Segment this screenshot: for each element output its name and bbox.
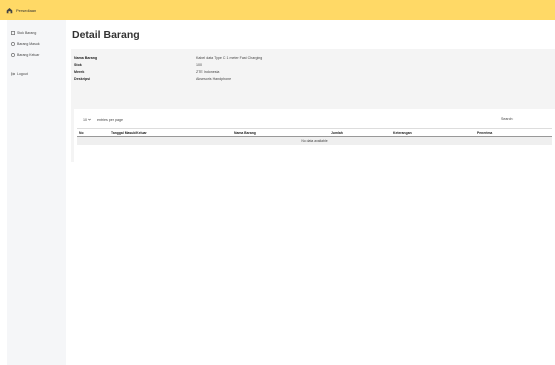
brand-label: Persediaan [16,7,37,13]
top-navbar: Persediaan [0,0,555,20]
table-empty-row: No data available [77,137,552,145]
logout-icon [11,71,16,76]
column-header-nama-barang[interactable]: Nama Barang [234,131,331,135]
sidebar-item-label: Stok Barang [17,30,37,35]
detail-value: Kabel data Type C 1 meter Fast Charging [196,55,263,60]
column-header-jumlah[interactable]: Jumlah [331,131,393,135]
history-table: No Tanggal Masuk/Keluar Nama Barang Juml… [77,128,552,145]
brand[interactable]: Persediaan [6,7,36,14]
upload-icon [11,52,15,57]
box-icon [11,30,15,35]
column-header-penerima[interactable]: Penerima [477,131,547,135]
column-header-tanggal[interactable]: Tanggal Masuk/Keluar [111,131,234,135]
detail-label: Merek [74,69,85,74]
download-icon [11,41,15,46]
sidebar: Stok Barang Barang Masuk Barang Keluar L… [7,20,66,365]
sidebar-item-barang-masuk[interactable]: Barang Masuk [7,38,66,49]
detail-value: Aksesoris Handphone [196,76,232,81]
detail-info: Nama Barang Kabel data Type C 1 meter Fa… [74,54,544,82]
column-header-keterangan[interactable]: Keterangan [393,131,477,135]
entries-control: 10 entries per page [83,117,123,122]
detail-label: Nama Barang [74,55,98,60]
detail-value: ZTE Indonesia [196,69,220,74]
detail-row-nama: Nama Barang Kabel data Type C 1 meter Fa… [74,54,544,61]
sidebar-item-stok-barang[interactable]: Stok Barang [7,27,66,38]
column-header-no[interactable]: No [77,131,111,135]
sidebar-item-logout[interactable]: Logout [7,68,66,79]
chevron-down-icon [88,118,91,122]
detail-card: Nama Barang Kabel data Type C 1 meter Fa… [71,49,555,162]
detail-label: Deskripsi [74,76,91,81]
table-controls: 10 entries per page Search: [74,117,555,125]
entries-label: entries per page [97,117,123,122]
sidebar-item-label: Barang Keluar [17,52,40,57]
detail-row-merek: Merek ZTE Indonesia [74,68,544,75]
sidebar-item-label: Barang Masuk [17,41,40,46]
search-label: Search: [501,117,514,121]
table-header-row: No Tanggal Masuk/Keluar Nama Barang Juml… [77,128,552,137]
page-title: Detail Barang [72,29,140,41]
detail-value: 100 [196,62,202,67]
detail-row-deskripsi: Deskripsi Aksesoris Handphone [74,75,544,82]
history-table-panel: 10 entries per page Search: No Tanggal M… [74,109,555,162]
entries-select[interactable]: 10 [83,117,94,122]
sidebar-item-barang-keluar[interactable]: Barang Keluar [7,49,66,60]
warehouse-icon [6,7,13,14]
entries-select-value: 10 [83,117,87,122]
detail-row-stok: Stok 100 [74,61,544,68]
sidebar-item-label: Logout [17,71,28,76]
main-content: Detail Barang Nama Barang Kabel data Typ… [66,20,555,365]
detail-label: Stok [74,62,82,67]
